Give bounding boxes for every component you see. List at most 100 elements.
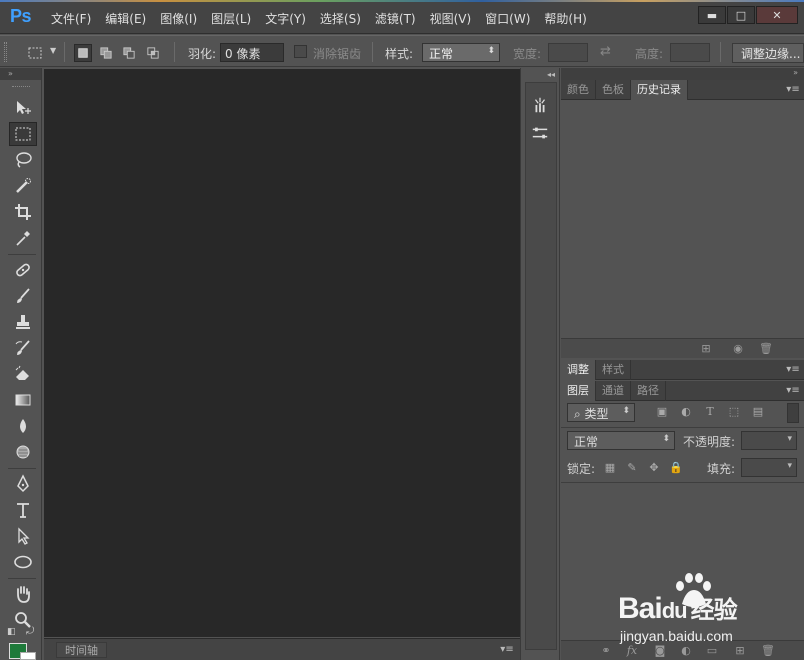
swap-dimensions-icon[interactable]: ⇄ [600,44,611,59]
lock-image-icon[interactable]: ✎ [625,461,639,475]
maximize-button[interactable]: □ [727,6,755,24]
tab-layers[interactable]: 图层 [561,381,596,401]
close-button[interactable]: ✕ [756,6,798,24]
eraser-tool[interactable] [9,362,37,386]
brush-tool[interactable] [9,284,37,308]
tab-channels[interactable]: 通道 [596,381,631,401]
menu-edit[interactable]: 编辑(E) [98,10,153,27]
width-input[interactable] [548,43,588,62]
history-list[interactable] [561,100,804,336]
marquee-tool[interactable] [9,122,37,146]
gradient-tool[interactable] [9,388,37,412]
move-tool[interactable] [9,96,37,120]
eyedropper-tool[interactable] [9,226,37,250]
menu-help[interactable]: 帮助(H) [537,10,593,27]
history-brush-tool[interactable] [9,336,37,360]
minimize-button[interactable]: ▬ [698,6,726,24]
history-tabs: 颜色 色板 历史记录 [561,80,804,100]
menu-window[interactable]: 窗口(W) [478,10,537,27]
tool-preset-picker[interactable] [26,44,44,62]
opacity-label: 不透明度: [683,435,736,449]
watermark-url: jingyan.baidu.com [620,628,733,644]
brush-presets-icon [532,127,548,139]
tool-presets-button[interactable] [529,94,551,116]
menu-filter[interactable]: 滤镜(T) [368,10,423,27]
brush-presets-button[interactable] [529,122,551,144]
delete-state-icon[interactable]: 🗑 [759,342,773,356]
lasso-tool-icon [16,152,32,168]
tab-paths[interactable]: 路径 [631,381,666,401]
refine-edge-button[interactable]: 调整边缘... [732,43,804,63]
lasso-tool[interactable] [9,148,37,172]
filter-adjustment-icon[interactable]: ◐ [679,405,693,419]
new-snapshot-icon[interactable]: ◉ [731,342,745,356]
history-brush-tool-icon [15,340,30,355]
dodge-tool[interactable] [9,440,37,464]
tab-adjustments[interactable]: 调整 [561,360,596,380]
background-color-swatch[interactable] [20,652,36,660]
crop-tool[interactable] [9,200,37,224]
menu-view[interactable]: 视图(V) [423,10,479,27]
tab-swatches[interactable]: 色板 [596,80,631,100]
opacity-input[interactable]: ▾ [741,431,797,450]
menu-file[interactable]: 文件(F) [44,10,98,27]
blur-tool-icon [20,419,26,433]
watermark-paw-text: du [661,598,688,623]
menu-select[interactable]: 选择(S) [313,10,368,27]
style-select-arrow-icon: ⬍ [487,46,495,56]
tab-styles[interactable]: 样式 [596,360,631,380]
document-canvas-area[interactable] [44,69,520,637]
tab-color[interactable]: 颜色 [561,80,596,100]
filter-toggle[interactable] [787,403,799,423]
add-selection-button[interactable] [97,44,115,62]
close-icon: ✕ [772,8,782,22]
healing-brush-tool[interactable] [9,258,37,282]
history-panel-menu-icon[interactable]: ▾≡ [786,84,800,96]
tools-collapse-bar[interactable]: » [0,68,41,80]
quick-select-tool[interactable] [9,174,37,198]
blend-mode-select[interactable]: 正常 ⬍ [567,431,675,450]
dock-collapse-icon[interactable]: ◂◂ [547,70,555,79]
tab-history[interactable]: 历史记录 [631,80,688,100]
filter-pixel-icon[interactable]: ▣ [655,405,669,419]
timeline-tab[interactable]: 时间轴 [56,642,107,658]
timeline-panel-menu-icon[interactable]: ▾≡ [500,644,514,656]
height-input[interactable] [670,43,710,62]
fill-input[interactable]: ▾ [741,458,797,477]
lock-all-icon[interactable]: 🔒 [669,461,683,475]
filter-shape-icon[interactable]: ⬚ [727,405,741,419]
clone-stamp-tool[interactable] [9,310,37,334]
blur-tool[interactable] [9,414,37,438]
right-collapse-bar[interactable]: » [561,68,804,80]
type-tool[interactable] [9,498,37,522]
new-selection-button[interactable] [74,44,92,62]
layers-panel-menu-icon[interactable]: ▾≡ [786,385,800,397]
menu-image[interactable]: 图像(I) [153,10,204,27]
hand-tool[interactable] [9,582,37,606]
feather-input[interactable]: 0 像素 [220,43,284,62]
style-select[interactable]: 正常 ⬍ [422,43,500,62]
style-label: 样式: [385,47,414,61]
menu-type[interactable]: 文字(Y) [258,10,313,27]
subtract-selection-icon [123,47,135,59]
preset-dropdown-arrow-icon[interactable]: ▼ [50,46,56,55]
lock-transparent-icon[interactable]: ▦ [603,461,617,475]
adjustments-panel-menu-icon[interactable]: ▾≡ [786,364,800,376]
antialias-checkbox[interactable] [294,45,307,58]
watermark-brand: Baidu 经验 [618,590,738,626]
layer-filter-select[interactable]: ⌕ 类型 ⬍ [567,403,635,422]
filter-type-icon[interactable]: T [703,405,717,419]
swap-colors-icon[interactable]: ⤾ [26,626,34,637]
subtract-selection-button[interactable] [120,44,138,62]
path-select-tool[interactable] [9,524,37,548]
menu-layer[interactable]: 图层(L) [204,10,258,27]
layers-tabs: 图层 通道 路径 [561,381,804,401]
filter-smart-object-icon[interactable]: ▤ [751,405,765,419]
lock-position-icon[interactable]: ✥ [647,461,661,475]
default-colors-icon[interactable]: ◧ [7,627,16,637]
intersect-selection-button[interactable] [144,44,162,62]
ellipse-tool[interactable] [9,550,37,574]
new-document-from-state-icon[interactable]: ⊞ [699,342,713,356]
crop-tool-icon [15,204,31,220]
pen-tool[interactable] [9,472,37,496]
